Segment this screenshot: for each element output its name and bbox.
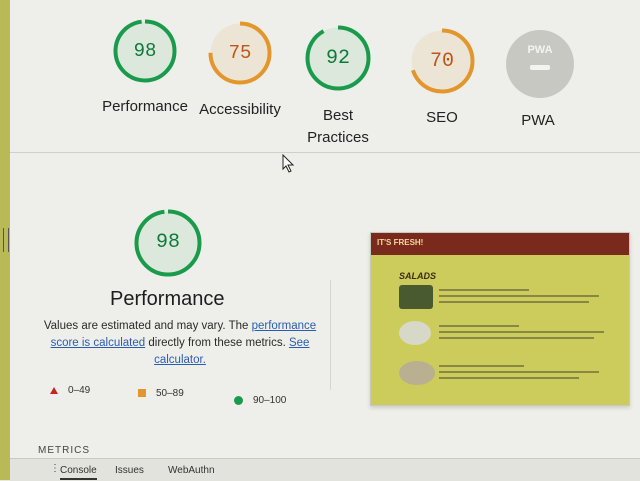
performance-detail-gauge: 98 [133,208,203,278]
thumbnail-banner: IT'S FRESH! [371,233,629,255]
text-line [439,365,524,367]
salad-image [399,285,433,309]
best-practices-label: Best Practices [307,107,369,146]
square-icon [138,389,146,398]
gauge-best-practices[interactable]: 92 Best Practices [298,24,378,149]
devtools-drawer: ⋮ Console Issues WebAuthn [10,458,640,481]
text-line [439,331,604,333]
salad-image [399,321,431,345]
thumbnail-banner-text: IT'S FRESH! [377,238,424,247]
gauge-performance[interactable]: 98 Performance [100,18,190,118]
circle-icon [234,395,243,405]
description-text-2: directly from these metrics. [145,337,289,349]
legend-fail: 0–49 [50,385,90,396]
legend-average: 50–89 [138,388,184,399]
tab-webauthn[interactable]: WebAuthn [168,465,215,476]
resize-handle[interactable] [3,228,9,252]
tab-issues[interactable]: Issues [115,465,144,476]
text-line [439,377,579,379]
metrics-section-label: METRICS [38,445,90,456]
legend-fail-range: 0–49 [68,385,91,396]
gauge-seo[interactable]: 70 SEO [402,27,482,129]
section-divider [10,152,640,153]
accessibility-label: Accessibility [199,101,281,118]
performance-detail-score: 98 [155,231,180,254]
thumbnail-heading: SALADS [399,271,437,281]
triangle-icon [50,386,58,394]
text-line [439,295,599,297]
page-edge-strip [0,0,10,480]
gauge-pwa[interactable]: PWA PWA [500,30,576,140]
performance-score: 98 [133,40,157,62]
pwa-label: PWA [521,112,555,129]
final-screenshot-thumbnail[interactable]: IT'S FRESH! SALADS [370,232,630,406]
drawer-menu-icon[interactable]: ⋮ [50,463,60,474]
performance-label: Performance [102,98,188,115]
thumbnail-item [399,361,609,387]
pwa-badge-text: PWA [527,44,553,56]
performance-description: Values are estimated and may vary. The p… [30,318,330,369]
thumbnail-item [399,285,609,311]
text-line [439,337,594,339]
seo-score: 70 [429,50,454,73]
mouse-cursor-icon [282,154,295,173]
thumbnail-item [399,321,609,347]
gauge-accessibility[interactable]: 75 Accessibility [195,20,285,121]
best-practices-score: 92 [325,47,350,70]
tab-console[interactable]: Console [60,465,97,480]
seo-label: SEO [426,109,458,126]
legend-average-range: 50–89 [156,388,184,399]
text-line [439,371,599,373]
legend-pass-range: 90–100 [253,395,287,406]
performance-detail-title: Performance [110,288,225,310]
description-text-1: Values are estimated and may vary. The [43,320,252,332]
accessibility-score: 75 [228,42,252,64]
vertical-divider [330,280,331,390]
pwa-dash-icon [530,65,550,70]
pwa-icon: PWA [506,30,574,98]
salad-image [399,361,435,385]
text-line [439,325,519,327]
text-line [439,301,589,303]
legend-pass: 90–100 [234,395,286,406]
text-line [439,289,529,291]
